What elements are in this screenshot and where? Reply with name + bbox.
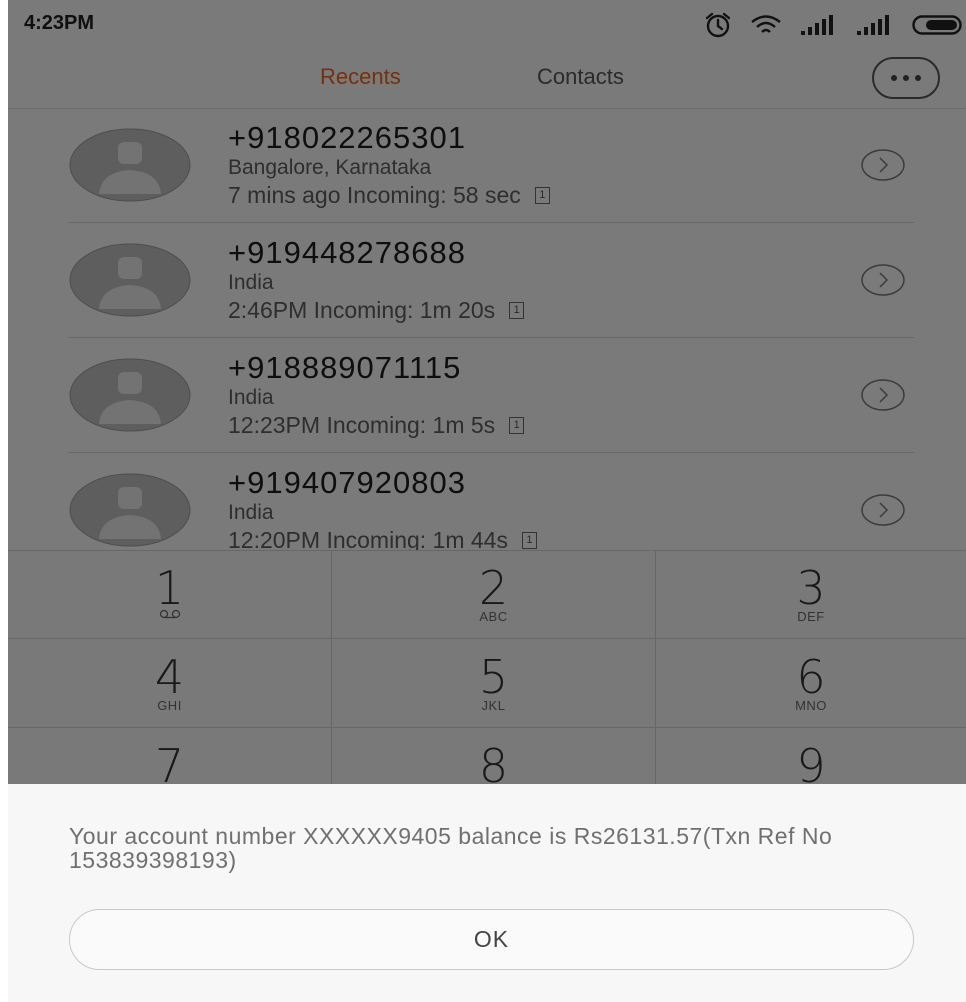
key-digit: 5 [478, 650, 509, 704]
call-details-chevron-icon[interactable] [860, 263, 906, 297]
phone-screen: 4:23PM Recents Contacts +918022265301 Ba… [0, 0, 966, 1002]
tab-bar: Recents Contacts [8, 50, 966, 109]
dial-key-2[interactable]: 2 ABC [332, 551, 655, 639]
ok-button[interactable]: OK [69, 909, 914, 970]
call-number: +918022265301 [228, 120, 466, 155]
dial-pad: 1 2 ABC 3 DEF 4 GHI 5 JKL 6 MNO 7 8 9 [8, 550, 966, 801]
sim-1-icon: 1 [521, 532, 537, 549]
call-detail-text: 2:46PM Incoming: 1m 20s [228, 297, 496, 323]
call-location: Bangalore, Karnataka [228, 156, 432, 179]
avatar-placeholder-icon [69, 243, 191, 317]
call-detail-text: 12:20PM Incoming: 1m 44s [228, 527, 508, 551]
dial-key-4[interactable]: 4 GHI [8, 640, 331, 728]
call-detail: 12:20PM Incoming: 1m 44s 1 [228, 527, 537, 551]
call-details-chevron-icon[interactable] [860, 378, 906, 412]
call-item[interactable]: +919407920803 India 12:20PM Incoming: 1m… [8, 453, 966, 551]
call-number: +918889071115 [228, 350, 462, 385]
dial-key-3[interactable]: 3 DEF [656, 551, 966, 639]
sim-1-icon: 1 [509, 417, 525, 434]
wifi-icon [751, 15, 781, 33]
sim-1-icon: 1 [534, 187, 550, 204]
screen-edge [0, 0, 8, 1002]
call-item[interactable]: +918889071115 India 12:23PM Incoming: 1m… [8, 338, 966, 453]
call-item[interactable]: +919448278688 India 2:46PM Incoming: 1m … [8, 223, 966, 338]
key-letters: MNO [795, 698, 827, 713]
key-digit: 2 [478, 561, 509, 615]
key-digit: 4 [154, 650, 185, 704]
key-letters: ABC [479, 609, 508, 624]
call-detail: 2:46PM Incoming: 1m 20s 1 [228, 297, 525, 324]
call-details-chevron-icon[interactable] [860, 148, 906, 182]
call-number: +919407920803 [228, 465, 466, 500]
call-location: India [228, 386, 274, 409]
sim-1-icon: 1 [509, 302, 525, 319]
tab-recents[interactable]: Recents [320, 64, 401, 90]
key-digit: 6 [796, 650, 826, 704]
call-detail: 12:23PM Incoming: 1m 5s 1 [228, 412, 525, 439]
call-detail: 7 mins ago Incoming: 58 sec 1 [228, 182, 550, 209]
recent-calls-list: +918022265301 Bangalore, Karnataka 7 min… [8, 108, 966, 551]
avatar-placeholder-icon [69, 358, 191, 432]
avatar-placeholder-icon [69, 128, 191, 202]
more-dots-icon [888, 75, 924, 81]
ussd-result-dialog: Your account number XXXXXX9405 balance i… [8, 784, 966, 1002]
more-options-button[interactable] [872, 57, 940, 99]
signal-icon [857, 15, 889, 35]
dial-key-1[interactable]: 1 [8, 551, 331, 639]
key-letters: JKL [481, 698, 506, 713]
call-detail-text: 7 mins ago Incoming: 58 sec [228, 182, 521, 208]
dial-key-5[interactable]: 5 JKL [332, 640, 655, 728]
call-item[interactable]: +918022265301 Bangalore, Karnataka 7 min… [8, 108, 966, 223]
signal-icon [801, 15, 833, 35]
tab-contacts[interactable]: Contacts [537, 64, 624, 90]
call-location: India [228, 501, 274, 524]
key-letters: DEF [797, 609, 825, 624]
key-letters: GHI [157, 698, 182, 713]
dial-key-6[interactable]: 6 MNO [656, 640, 966, 728]
dialog-message: Your account number XXXXXX9405 balance i… [69, 823, 833, 873]
call-location: India [228, 271, 274, 294]
battery-icon [912, 15, 962, 35]
call-detail-text: 12:23PM Incoming: 1m 5s [228, 412, 496, 438]
avatar-placeholder-icon [69, 473, 191, 547]
alarm-icon [705, 12, 731, 38]
status-bar: 4:23PM [8, 0, 966, 50]
call-number: +919448278688 [228, 235, 466, 270]
key-digit: 1 [154, 561, 185, 615]
status-time: 4:23PM [24, 12, 95, 34]
voicemail-icon [159, 609, 180, 619]
status-icons [704, 8, 966, 42]
call-details-chevron-icon[interactable] [860, 493, 906, 527]
key-digit: 3 [796, 561, 826, 615]
